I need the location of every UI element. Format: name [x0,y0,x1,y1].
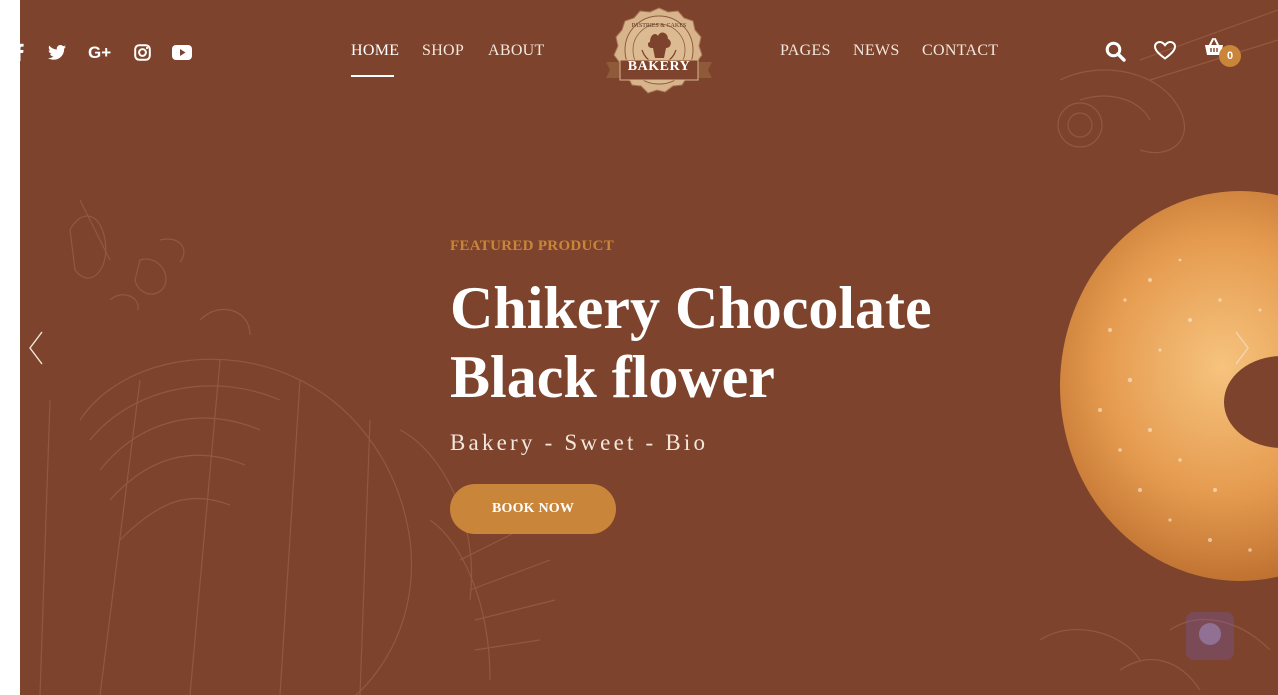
search-icon[interactable] [1105,41,1126,67]
twitter-icon[interactable] [48,40,66,64]
google-plus-icon[interactable]: G+ [87,40,113,64]
hero-title-line-2: Black flower [450,344,775,410]
chevron-right-icon[interactable] [1234,330,1250,371]
heart-icon[interactable] [1153,40,1177,65]
logo-badge-text: BAKERY [627,59,691,74]
logo-arc-text: PASTRIES & CAKES [632,23,686,29]
cart-count-badge: 0 [1219,45,1241,67]
nav-pages[interactable]: PAGES [780,42,831,60]
nav-contact[interactable]: CONTACT [922,42,998,60]
nav-about[interactable]: ABOUT [488,42,545,60]
hero-subtitle: Bakery - Sweet - Bio [450,430,709,455]
floating-widget-button[interactable] [1186,612,1234,660]
nav-news[interactable]: NEWS [853,42,900,60]
hero-title: Chikery Chocolate Black flower [450,274,1010,412]
nav-home[interactable]: HOME [351,42,399,60]
facebook-icon[interactable] [20,40,26,64]
youtube-icon[interactable] [171,40,193,64]
hero-slider: G+ HOME SHOP ABOUT PASTRIES & CAKES EST.… [20,0,1278,695]
svg-text:G+: G+ [88,44,111,60]
active-nav-underline [351,75,394,77]
hero-title-line-1: Chikery Chocolate [450,275,932,341]
featured-label: FEATURED PRODUCT [450,238,615,254]
instagram-icon[interactable] [133,40,151,64]
donut-product-image [1060,191,1278,581]
bakery-logo[interactable]: PASTRIES & CAKES EST. 1985 [600,6,718,98]
chevron-left-icon[interactable] [28,330,44,371]
book-now-button[interactable]: BOOK NOW [450,484,616,534]
widget-icon [1197,621,1223,652]
nav-shop[interactable]: SHOP [422,42,464,60]
